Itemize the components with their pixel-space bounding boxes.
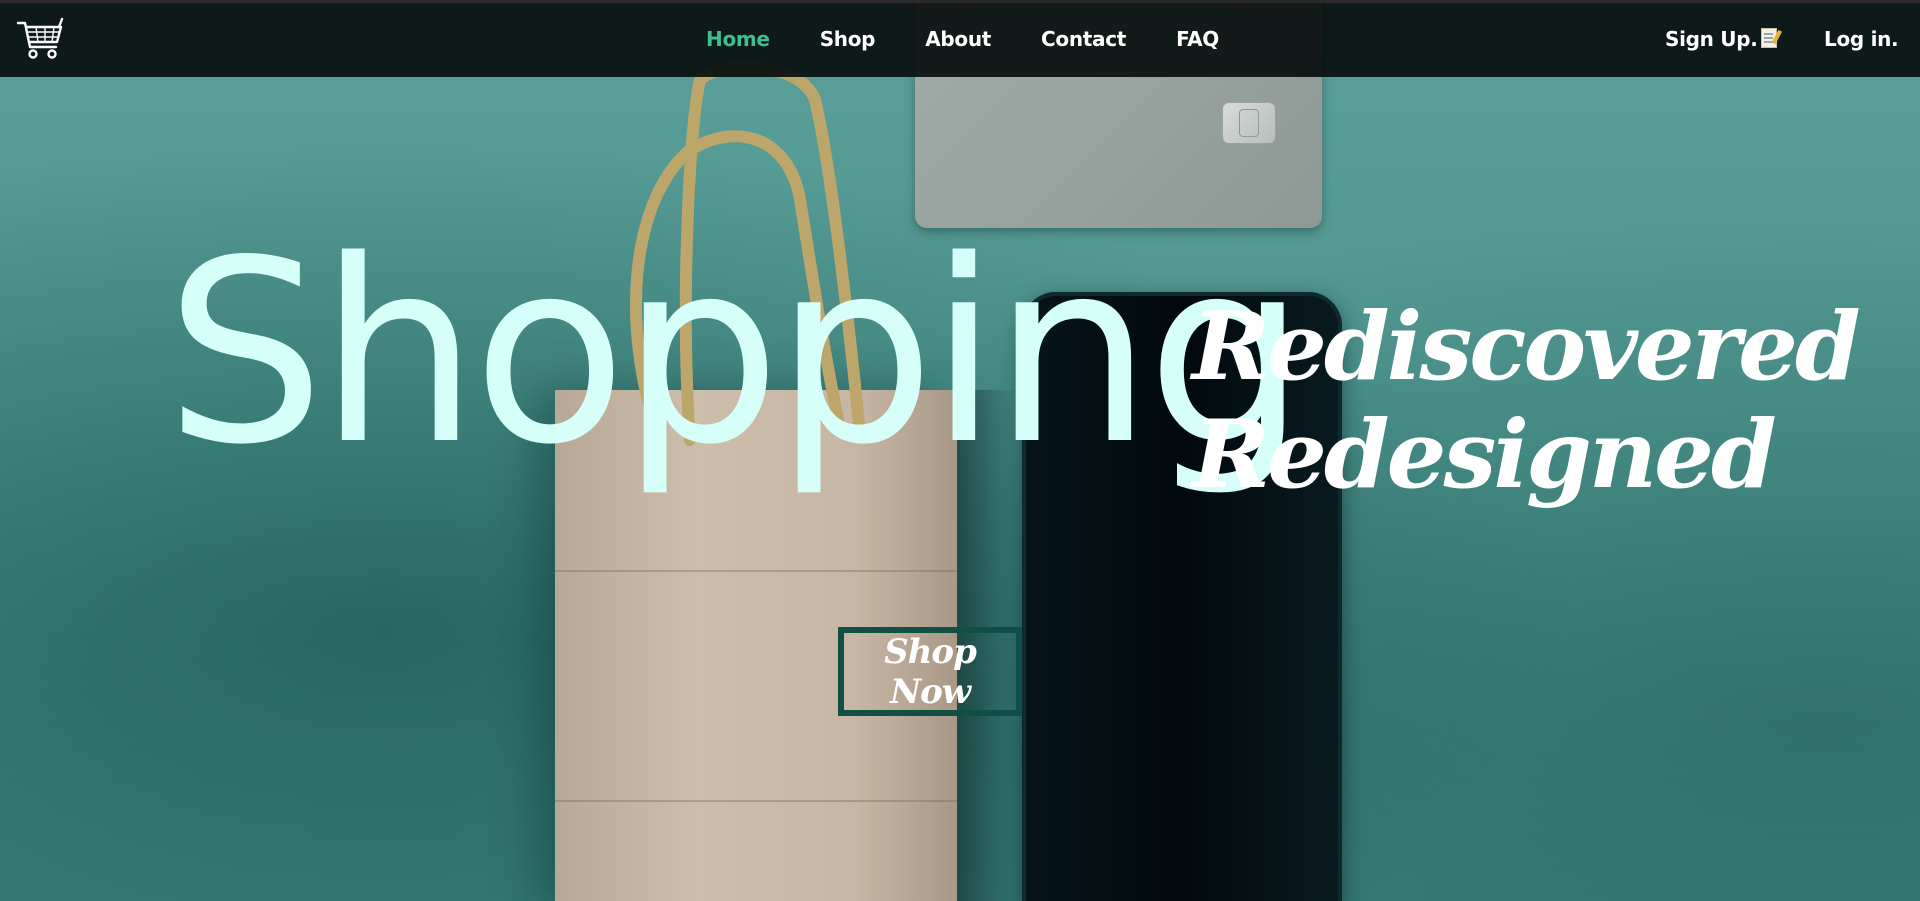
- nav-link-home[interactable]: Home: [706, 27, 770, 51]
- main-nav-links: Home Shop About Contact FAQ: [706, 27, 1269, 51]
- memo-icon: [1760, 28, 1777, 48]
- login-link[interactable]: Log in.: [1824, 27, 1899, 51]
- hero-tagline-line2: Redesigned: [1192, 400, 1777, 510]
- nav-link-about[interactable]: About: [925, 27, 991, 51]
- landing-page: Home Shop About Contact FAQ Sign Up. Log…: [0, 0, 1920, 901]
- nav-link-faq[interactable]: FAQ: [1176, 27, 1219, 51]
- signup-link[interactable]: Sign Up.: [1665, 27, 1777, 51]
- shop-now-button[interactable]: Shop Now: [838, 627, 1022, 716]
- shopping-cart-icon[interactable]: [16, 15, 64, 63]
- hero-tagline-line1: Rediscovered: [1192, 292, 1861, 402]
- signup-label: Sign Up.: [1665, 27, 1758, 51]
- nav-link-contact[interactable]: Contact: [1041, 27, 1126, 51]
- nav-link-shop[interactable]: Shop: [820, 27, 876, 51]
- hero-headline: Shopping: [165, 207, 1306, 500]
- top-navbar: Home Shop About Contact FAQ Sign Up. Log…: [0, 0, 1920, 77]
